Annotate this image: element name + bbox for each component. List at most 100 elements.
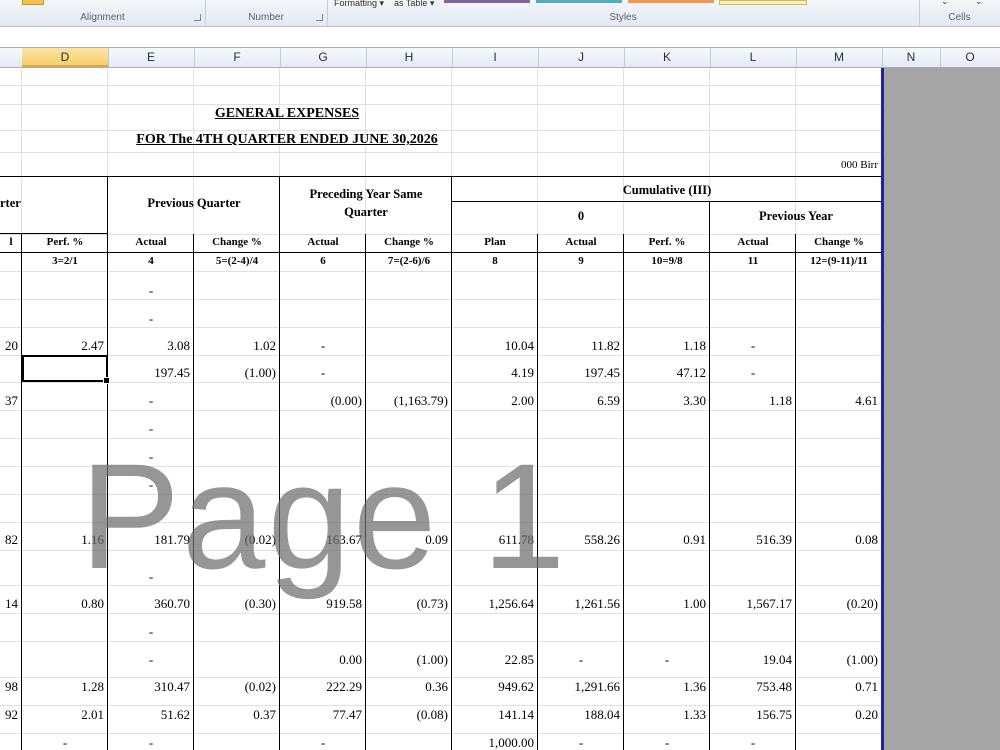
table-cell[interactable]: 4.61 (796, 393, 878, 409)
table-cell[interactable]: - (108, 421, 194, 437)
table-cell[interactable]: - (22, 735, 108, 750)
table-cell[interactable]: 516.39 (710, 532, 792, 548)
column-header-e[interactable]: E (108, 48, 195, 67)
table-cell[interactable]: - (710, 338, 796, 354)
table-cell[interactable]: 163.67 (280, 532, 362, 548)
table-cell[interactable]: 22.85 (452, 652, 534, 668)
table-cell[interactable]: 753.48 (710, 679, 792, 695)
table-cell[interactable]: 1.18 (710, 393, 792, 409)
table-cell[interactable]: 2.47 (22, 338, 104, 354)
table-cell[interactable]: 141.14 (452, 707, 534, 723)
number-dialog-launcher-icon[interactable] (316, 14, 323, 21)
table-cell[interactable]: 4.19 (452, 365, 534, 381)
table-cell[interactable]: 1,256.64 (452, 596, 535, 612)
table-cell[interactable]: - (624, 735, 710, 750)
cell-style-swatch-orange[interactable] (628, 0, 714, 3)
table-cell[interactable]: 37 (0, 393, 18, 409)
table-cell[interactable]: 1.00 (624, 596, 706, 612)
table-cell[interactable]: 11.82 (538, 338, 620, 354)
table-cell[interactable]: 919.58 (280, 596, 362, 612)
table-cell[interactable]: 156.75 (710, 707, 792, 723)
table-cell[interactable]: 1.33 (624, 707, 706, 723)
table-cell[interactable]: - (108, 393, 194, 409)
table-cell[interactable]: 1,291.66 (538, 679, 621, 695)
table-cell[interactable]: 197.45 (108, 365, 190, 381)
table-cell[interactable]: 92 (0, 707, 18, 723)
table-cell[interactable]: 98 (0, 679, 18, 695)
table-cell[interactable]: 0.00 (280, 652, 362, 668)
table-cell[interactable]: 181.79 (108, 532, 190, 548)
table-cell[interactable]: 2.00 (452, 393, 534, 409)
cell-style-swatch-purple[interactable] (444, 0, 530, 3)
table-cell[interactable]: - (108, 477, 194, 493)
worksheet-grid[interactable]: GENERAL EXPENSES FOR The 4TH QUARTER END… (0, 68, 882, 750)
table-cell[interactable]: 188.04 (538, 707, 620, 723)
table-cell[interactable]: 0.36 (366, 679, 448, 695)
table-cell[interactable]: 51.62 (108, 707, 190, 723)
table-cell[interactable]: - (108, 311, 194, 327)
table-cell[interactable]: 2.01 (22, 707, 104, 723)
table-cell[interactable]: 1,000.00 (452, 735, 535, 750)
column-header-o[interactable]: O (940, 48, 1000, 67)
table-cell[interactable]: 0.09 (366, 532, 448, 548)
table-cell[interactable]: 77.47 (280, 707, 362, 723)
alignment-dialog-launcher-icon[interactable] (194, 14, 201, 21)
table-cell[interactable]: - (710, 735, 796, 750)
cell-style-swatch-aqua[interactable] (536, 0, 622, 3)
selected-cell-d[interactable] (22, 355, 110, 384)
table-cell[interactable]: 1,567.17 (710, 596, 793, 612)
column-header-j[interactable]: J (538, 48, 625, 67)
table-cell[interactable]: 310.47 (108, 679, 190, 695)
table-cell[interactable]: 1.18 (624, 338, 706, 354)
table-cell[interactable]: - (538, 735, 624, 750)
column-header-h[interactable]: H (366, 48, 453, 67)
table-cell[interactable]: 1.28 (22, 679, 104, 695)
table-cell[interactable]: - (280, 365, 366, 381)
table-cell[interactable]: 360.70 (108, 596, 190, 612)
table-cell[interactable]: (1,163.79) (366, 393, 448, 409)
table-cell[interactable]: (0.02) (194, 679, 276, 695)
table-cell[interactable]: 14 (0, 596, 18, 612)
table-cell[interactable]: - (280, 338, 366, 354)
table-cell[interactable]: 558.26 (538, 532, 620, 548)
table-cell[interactable]: - (108, 735, 194, 750)
table-cell[interactable]: 0.08 (796, 532, 878, 548)
column-header-f[interactable]: F (194, 48, 281, 67)
table-cell[interactable]: (1.00) (194, 365, 276, 381)
table-cell[interactable]: (0.00) (280, 393, 362, 409)
table-cell[interactable]: (1.00) (366, 652, 448, 668)
table-cell[interactable]: 20 (0, 338, 18, 354)
table-cell[interactable]: (1.00) (796, 652, 878, 668)
table-cell[interactable]: - (538, 652, 624, 668)
table-cell[interactable]: - (710, 365, 796, 381)
table-cell[interactable]: 0.91 (624, 532, 706, 548)
table-cell[interactable]: 3.08 (108, 338, 190, 354)
table-cell[interactable]: (0.20) (796, 596, 878, 612)
table-cell[interactable]: 10.04 (452, 338, 534, 354)
table-cell[interactable]: (0.08) (366, 707, 448, 723)
table-cell[interactable]: 0.37 (194, 707, 276, 723)
format-as-table-button[interactable]: as Table ▾ (394, 0, 434, 9)
table-cell[interactable]: (0.73) (366, 596, 448, 612)
cell-style-swatch-neutral[interactable] (719, 0, 807, 5)
cells-chevron-icon-2[interactable]: ⌄ (975, 0, 983, 7)
conditional-formatting-button[interactable]: Formatting ▾ (334, 0, 384, 9)
column-header-d[interactable]: D (22, 48, 109, 67)
table-cell[interactable]: 47.12 (624, 365, 706, 381)
table-cell[interactable]: 3.30 (624, 393, 706, 409)
table-cell[interactable]: (0.30) (194, 596, 276, 612)
table-cell[interactable]: 1.02 (194, 338, 276, 354)
column-header-k[interactable]: K (624, 48, 711, 67)
table-cell[interactable]: 6.59 (538, 393, 620, 409)
cells-chevron-icon[interactable]: ⌄ (941, 0, 949, 7)
table-cell[interactable]: 949.62 (452, 679, 534, 695)
table-cell[interactable]: 0.20 (796, 707, 878, 723)
table-cell[interactable]: 82 (0, 532, 18, 548)
column-header-partial[interactable] (0, 48, 23, 67)
table-cell[interactable]: 19.04 (710, 652, 792, 668)
table-cell[interactable]: 222.29 (280, 679, 362, 695)
column-header-g[interactable]: G (280, 48, 367, 67)
table-cell[interactable]: 611.78 (452, 532, 534, 548)
column-header-m[interactable]: M (796, 48, 883, 67)
table-cell[interactable]: (0.02) (194, 532, 276, 548)
